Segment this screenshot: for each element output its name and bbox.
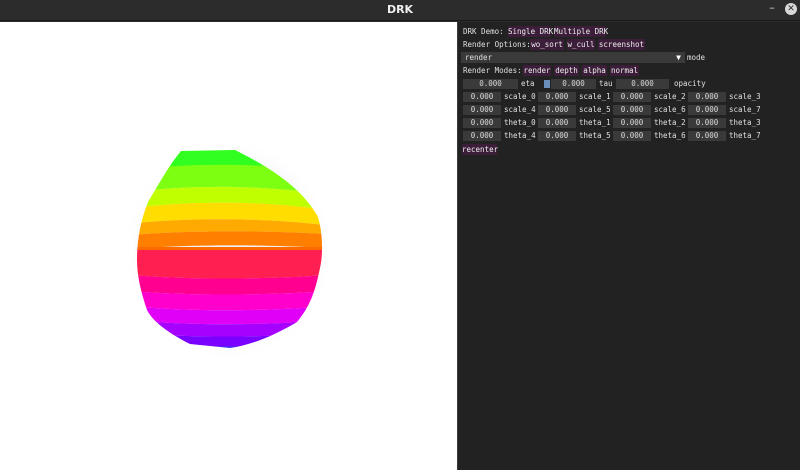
theta-6-input[interactable]: 0.000: [613, 131, 651, 141]
scale-7-input[interactable]: 0.000: [688, 105, 726, 115]
theta-2-input[interactable]: 0.000: [613, 118, 651, 128]
close-icon[interactable]: ✕: [785, 3, 797, 15]
multiple-drk-button[interactable]: Multiple DRK: [554, 26, 608, 37]
scale-1-label: scale_1: [579, 92, 611, 101]
eta-label: eta: [521, 79, 535, 88]
render-options-label: Render Options:: [463, 40, 531, 49]
scale-1-input[interactable]: 0.000: [538, 92, 576, 102]
wo-sort-button[interactable]: wo_sort: [530, 39, 564, 50]
scale-4-input[interactable]: 0.000: [463, 105, 501, 115]
theta-3-label: theta_3: [729, 118, 761, 127]
eta-input[interactable]: 0.000: [463, 79, 518, 89]
scale-0-input[interactable]: 0.000: [463, 92, 501, 102]
tau-input[interactable]: 0.000: [551, 79, 596, 89]
title-bar: DRK – ✕: [0, 0, 800, 21]
theta-7-label: theta_7: [729, 131, 761, 140]
theta-4-label: theta_4: [504, 131, 536, 140]
scale-4-label: scale_4: [504, 105, 536, 114]
render-mode-alpha-button[interactable]: alpha: [582, 65, 607, 76]
mode-label: mode: [687, 53, 706, 62]
scale-6-input[interactable]: 0.000: [613, 105, 651, 115]
mode-select-value: render: [465, 53, 493, 62]
theta-1-input[interactable]: 0.000: [538, 118, 576, 128]
theta-0-input[interactable]: 0.000: [463, 118, 501, 128]
drk-render: [123, 138, 335, 362]
screenshot-button[interactable]: screenshot: [598, 39, 645, 50]
control-panel: DRK Demo: Single DRK Multiple DRK Render…: [458, 22, 800, 470]
theta-5-input[interactable]: 0.000: [538, 131, 576, 141]
theta-7-input[interactable]: 0.000: [688, 131, 726, 141]
scale-2-label: scale_2: [654, 92, 686, 101]
theta-5-label: theta_5: [579, 131, 611, 140]
theta-6-label: theta_6: [654, 131, 686, 140]
theta-1-label: theta_1: [579, 118, 611, 127]
scale-6-label: scale_6: [654, 105, 686, 114]
scale-3-input[interactable]: 0.000: [688, 92, 726, 102]
eta-slider-handle[interactable]: [544, 80, 550, 88]
theta-0-label: theta_0: [504, 118, 536, 127]
render-mode-render-button[interactable]: render: [523, 65, 551, 76]
single-drk-button[interactable]: Single DRK: [508, 26, 553, 37]
scale-0-label: scale_0: [504, 92, 536, 101]
w-cull-button[interactable]: w_cull: [567, 39, 595, 50]
window-title: DRK: [386, 3, 414, 16]
scale-3-label: scale_3: [729, 92, 761, 101]
tau-label: tau: [599, 79, 613, 88]
scale-5-input[interactable]: 0.000: [538, 105, 576, 115]
opacity-label: opacity: [674, 79, 706, 88]
theta-4-input[interactable]: 0.000: [463, 131, 501, 141]
scale-7-label: scale_7: [729, 105, 761, 114]
opacity-input[interactable]: 0.000: [616, 79, 669, 89]
render-mode-normal-button[interactable]: normal: [610, 65, 639, 76]
render-mode-depth-button[interactable]: depth: [554, 65, 579, 76]
chevron-down-icon: ▼: [676, 53, 681, 62]
theta-2-label: theta_2: [654, 118, 686, 127]
theta-3-input[interactable]: 0.000: [688, 118, 726, 128]
render-viewport[interactable]: [0, 22, 457, 470]
mode-select[interactable]: render ▼: [461, 52, 685, 63]
scale-5-label: scale_5: [579, 105, 611, 114]
render-modes-label: Render Modes:: [463, 66, 522, 75]
scale-2-input[interactable]: 0.000: [613, 92, 651, 102]
minimize-icon[interactable]: –: [765, 2, 779, 16]
recenter-button[interactable]: recenter: [462, 144, 498, 155]
demo-label: DRK Demo:: [463, 27, 504, 36]
